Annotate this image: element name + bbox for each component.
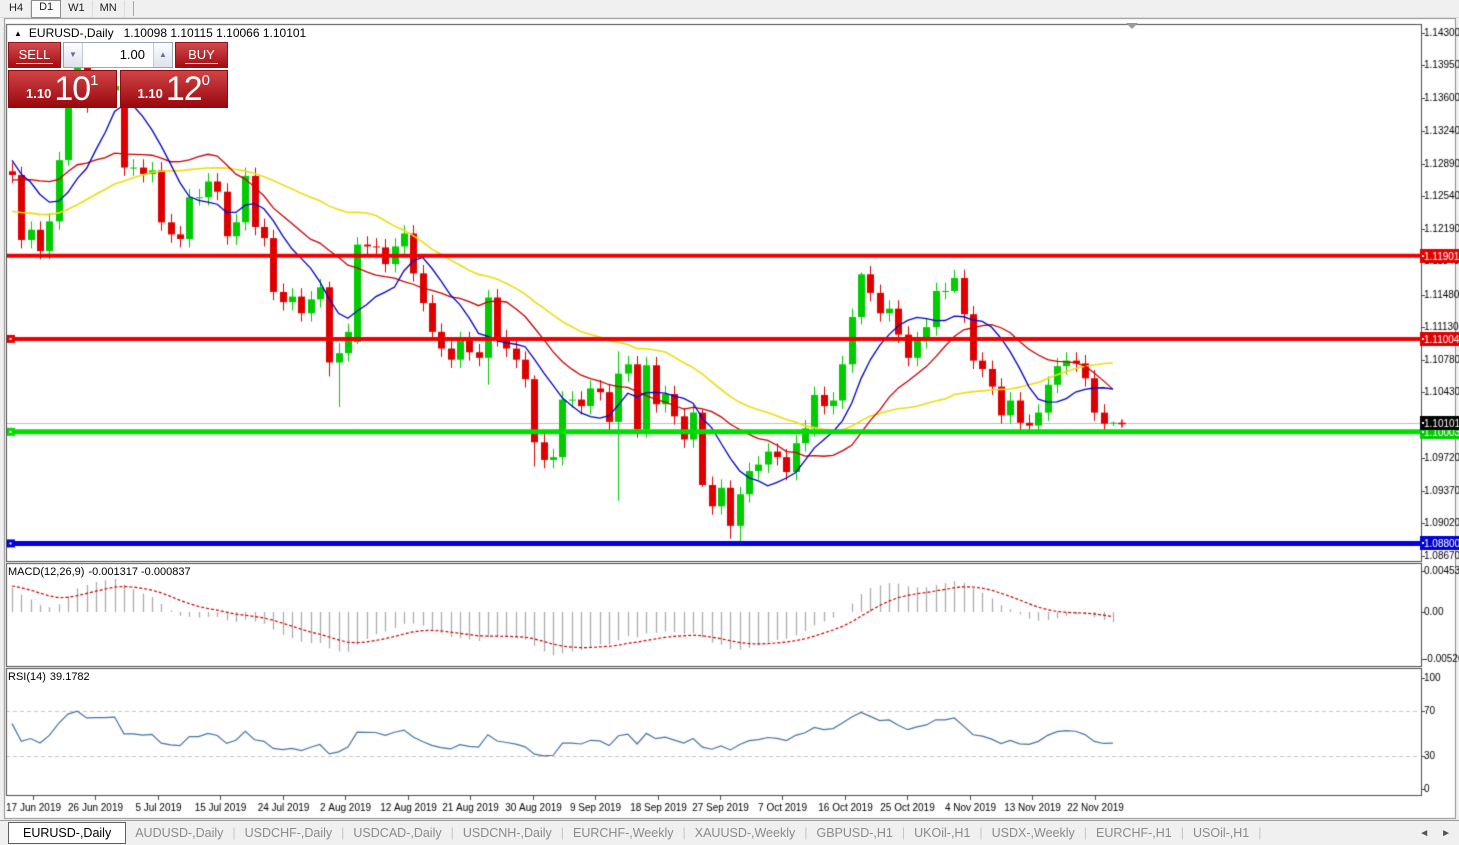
- one-click-trading-panel: SELL ▼ 1.00 ▲ BUY 1.10 10 1 1.10 12 0: [8, 42, 228, 108]
- timeframe-buttons: H4 D1 W1 MN: [2, 0, 125, 18]
- chart-tab-usdx-weekly[interactable]: USDX-,Weekly: [983, 826, 1084, 840]
- macd-indicator-label: MACD(12,26,9) -0.001317 -0.000837: [8, 566, 195, 578]
- ohlc-expander-icon[interactable]: ▲: [14, 29, 22, 38]
- tab-scroll-left-icon[interactable]: ◄: [1419, 828, 1429, 839]
- chart-tab-eurchf-weekly[interactable]: EURCHF-,Weekly: [564, 826, 682, 840]
- sell-price-small: 1.10: [26, 86, 52, 101]
- chart-tab-ukoil-h1[interactable]: UKOil-,H1: [905, 826, 979, 840]
- chart-tab-eurusd-daily[interactable]: EURUSD-,Daily: [8, 822, 127, 844]
- sell-price-big: 10: [54, 70, 91, 108]
- chart-tab-usdcad-daily[interactable]: USDCAD-,Daily: [344, 826, 450, 840]
- volume-increase-icon[interactable]: ▲: [153, 43, 172, 67]
- macd-name: MACD(12,26,9): [8, 566, 85, 578]
- timeframe-button-h4[interactable]: H4: [2, 0, 32, 17]
- chart-tab-audusd-daily[interactable]: AUDUSD-,Daily: [126, 826, 232, 840]
- chart-tab-xauusd-weekly[interactable]: XAUUSD-,Weekly: [686, 826, 804, 840]
- chart-title-ohlc: 1.10098 1.10115 1.10066 1.10101: [123, 26, 307, 40]
- rsi-indicator-label: RSI(14) 39.1782: [8, 671, 94, 683]
- tab-scroll-right-icon[interactable]: ►: [1441, 828, 1451, 839]
- chart-tab-usdchf-daily[interactable]: USDCHF-,Daily: [236, 826, 342, 840]
- buy-price-display[interactable]: 1.10 12 0: [119, 70, 228, 108]
- tab-scroll-nav: ◄ ►: [1419, 828, 1459, 839]
- chart-tabs: EURUSD-,Daily AUDUSD-,Daily | USDCHF-,Daily…: [0, 822, 1262, 844]
- volume-spinner: ▼ 1.00 ▲: [63, 42, 173, 68]
- sell-price-sup: 1: [90, 72, 99, 89]
- toolbar-separator: [132, 1, 134, 16]
- chart-title: ▲ EURUSD-,Daily 1.10098 1.10115 1.10066 …: [14, 26, 306, 40]
- timeframe-button-w1[interactable]: W1: [61, 0, 93, 17]
- rsi-value: 39.1782: [49, 671, 90, 683]
- chart-tab-gbpusd-h1[interactable]: GBPUSD-,H1: [807, 826, 901, 840]
- chart-tab-usdcnh-daily[interactable]: USDCNH-,Daily: [454, 826, 561, 840]
- sell-button-label: SELL: [15, 47, 54, 64]
- sell-price-display[interactable]: 1.10 10 1: [8, 70, 117, 108]
- price-chart-canvas[interactable]: [0, 0, 1459, 845]
- sell-button[interactable]: SELL: [8, 42, 61, 68]
- rsi-name: RSI(14): [8, 671, 46, 683]
- timeframe-toolbar: H4 D1 W1 MN: [0, 0, 1459, 18]
- tab-separator: |: [1258, 826, 1262, 840]
- buy-button-label: BUY: [185, 47, 218, 64]
- timeframe-button-d1[interactable]: D1: [31, 0, 62, 18]
- volume-field[interactable]: 1.00: [83, 43, 153, 67]
- buy-button[interactable]: BUY: [175, 42, 228, 68]
- buy-price-sup: 0: [201, 72, 210, 89]
- macd-values: -0.001317 -0.000837: [88, 566, 191, 578]
- buy-price-small: 1.10: [137, 86, 163, 101]
- chart-tab-bar: EURUSD-,Daily AUDUSD-,Daily | USDCHF-,Daily…: [0, 820, 1459, 845]
- chart-title-symbol: EURUSD-,Daily: [28, 26, 114, 40]
- chart-tab-usoil-h1[interactable]: USOil-,H1: [1184, 826, 1258, 840]
- chart-shift-icon[interactable]: [1126, 23, 1138, 29]
- volume-decrease-icon[interactable]: ▼: [64, 43, 83, 67]
- timeframe-button-mn[interactable]: MN: [93, 0, 125, 17]
- buy-price-big: 12: [165, 70, 203, 108]
- chart-tab-eurchf-h1[interactable]: EURCHF-,H1: [1087, 826, 1181, 840]
